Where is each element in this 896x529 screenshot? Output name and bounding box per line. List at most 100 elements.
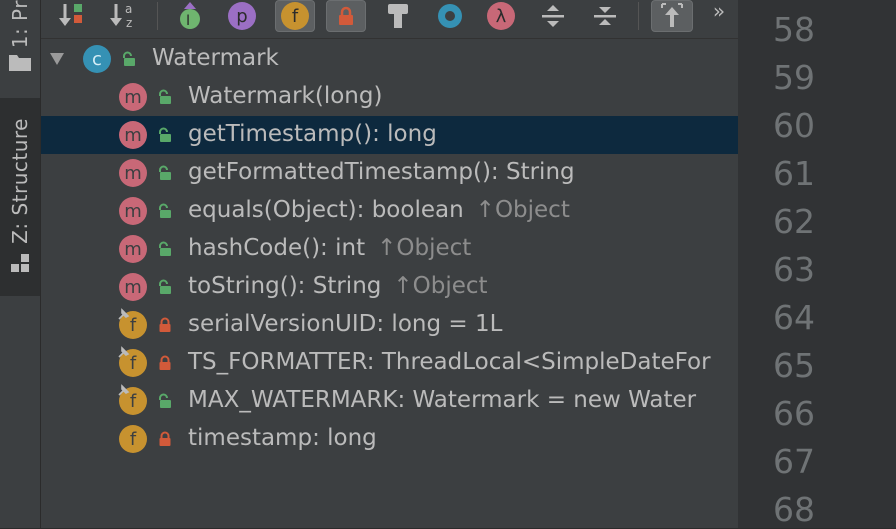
tree-method-row[interactable]: m toString(): String ↑Object <box>41 268 738 306</box>
show-lambdas-button[interactable]: λ <box>483 0 519 32</box>
line-number: 60 <box>773 106 815 145</box>
line-number: 62 <box>773 202 815 241</box>
public-icon <box>159 393 171 408</box>
sort-alphabetically-button[interactable]: a z <box>107 0 143 32</box>
tree-item-label: serialVersionUID: long = 1L <box>188 311 503 337</box>
public-icon <box>159 279 171 294</box>
tree-field-row[interactable]: f serialVersionUID: long = 1L <box>41 306 738 344</box>
more-actions-button[interactable]: » <box>705 0 733 32</box>
autoscroll-from-source-button[interactable] <box>651 0 693 32</box>
tree-method-row[interactable]: m hashCode(): int ↑Object <box>41 230 738 268</box>
method-icon: m <box>119 83 147 111</box>
inherited-from-label: ↑Object <box>377 235 472 261</box>
show-fields-button[interactable]: f <box>275 0 315 32</box>
line-number: 64 <box>773 298 815 337</box>
editor-gutter: 58 59 60 61 62 63 64 65 66 67 68 <box>738 0 896 529</box>
show-anonymous-button[interactable] <box>380 0 416 32</box>
tree-method-row[interactable]: m getTimestamp(): long <box>41 116 738 154</box>
tree-item-label: getFormattedTimestamp(): String <box>188 159 575 185</box>
side-tab-project-label: 1: Pr <box>8 0 32 49</box>
chevron-more-icon: » <box>712 0 726 23</box>
line-number: 58 <box>773 10 815 49</box>
line-number: 68 <box>773 490 815 529</box>
tree-method-row[interactable]: m equals(Object): boolean ↑Object <box>41 192 738 230</box>
side-tab-structure-label: Z: Structure <box>8 118 32 244</box>
collapse-arrow-icon[interactable] <box>49 52 65 66</box>
show-non-public-button[interactable] <box>326 0 366 32</box>
anonymous-icon <box>388 4 408 28</box>
tree-field-row[interactable]: f timestamp: long <box>41 420 738 458</box>
private-icon <box>159 431 171 446</box>
svg-text:a: a <box>125 2 132 16</box>
public-icon <box>159 127 171 142</box>
line-number: 59 <box>773 58 815 97</box>
tree-item-label: MAX_WATERMARK: Watermark = new Water <box>188 387 697 413</box>
public-icon <box>123 51 135 66</box>
static-pin-icon <box>118 384 130 396</box>
line-number: 61 <box>773 154 815 193</box>
static-pin-icon <box>118 308 130 320</box>
field-icon: f <box>119 425 147 453</box>
class-icon: c <box>83 45 111 73</box>
line-number: 66 <box>773 394 815 433</box>
sort-by-visibility-button[interactable] <box>55 0 91 32</box>
method-icon: m <box>119 197 147 225</box>
tree-root-row[interactable]: c Watermark <box>41 40 738 78</box>
tree-item-label: equals(Object): boolean <box>188 197 464 223</box>
tree-item-label: getTimestamp(): long <box>188 121 437 147</box>
svg-text:z: z <box>126 16 132 30</box>
structure-toolbar: a z I p f λ » <box>41 0 738 39</box>
tree-field-row[interactable]: f MAX_WATERMARK: Watermark = new Water <box>41 382 738 420</box>
show-properties-button[interactable]: p <box>224 0 260 32</box>
inherited-icon: I <box>180 2 200 29</box>
autoscroll-icon <box>661 3 683 27</box>
method-icon: m <box>119 273 147 301</box>
lock-icon <box>339 6 353 25</box>
public-icon <box>159 89 171 104</box>
structure-tool-window: a z I p f λ » c Watermark m Watermark(lo… <box>41 0 738 528</box>
method-icon: m <box>119 121 147 149</box>
collapse-all-icon <box>594 7 616 25</box>
tree-item-label: TS_FORMATTER: ThreadLocal<SimpleDateFor <box>188 349 711 375</box>
fields-icon: f <box>281 2 309 30</box>
public-icon <box>159 165 171 180</box>
tree-method-row[interactable]: m getFormattedTimestamp(): String <box>41 154 738 192</box>
show-inherited-button[interactable]: I <box>172 0 208 32</box>
tree-item-label: Watermark(long) <box>188 83 383 109</box>
tool-window-strip: 1: Pr Z: Structure <box>0 0 41 528</box>
side-tab-structure[interactable]: Z: Structure <box>0 98 40 296</box>
tree-item-label: toString(): String <box>188 273 382 299</box>
static-pin-icon <box>118 346 130 358</box>
tree-item-label: timestamp: long <box>188 425 377 451</box>
structure-icon <box>11 253 29 272</box>
inherited-from-label: ↑Object <box>393 273 488 299</box>
expand-all-icon <box>542 5 564 27</box>
properties-icon: p <box>228 2 256 30</box>
line-number: 65 <box>773 346 815 385</box>
circle-icon <box>438 4 462 28</box>
sort-visibility-icon <box>59 4 82 26</box>
public-icon <box>159 241 171 256</box>
folder-icon <box>9 55 31 72</box>
svg-text:I: I <box>186 13 190 29</box>
tree-method-row[interactable]: m Watermark(long) <box>41 78 738 116</box>
tree-item-label: Watermark <box>152 45 279 71</box>
toolbar-separator <box>638 2 639 30</box>
tree-field-row[interactable]: f TS_FORMATTER: ThreadLocal<SimpleDateFor <box>41 344 738 382</box>
side-tab-project[interactable]: 1: Pr <box>0 0 40 80</box>
lambda-icon: λ <box>487 2 515 30</box>
collapse-all-button[interactable] <box>587 0 623 32</box>
private-icon <box>159 355 171 370</box>
method-icon: m <box>119 235 147 263</box>
line-number: 63 <box>773 250 815 289</box>
method-icon: m <box>119 159 147 187</box>
line-number: 67 <box>773 442 815 481</box>
private-icon <box>159 317 171 332</box>
expand-all-button[interactable] <box>535 0 571 32</box>
public-icon <box>159 203 171 218</box>
inherited-from-label: ↑Object <box>475 197 570 223</box>
tree-item-label: hashCode(): int <box>188 235 366 261</box>
toolbar-separator <box>157 2 158 30</box>
sort-alpha-icon: a z <box>110 2 132 30</box>
show-lambdas-circle-button[interactable] <box>432 0 468 32</box>
